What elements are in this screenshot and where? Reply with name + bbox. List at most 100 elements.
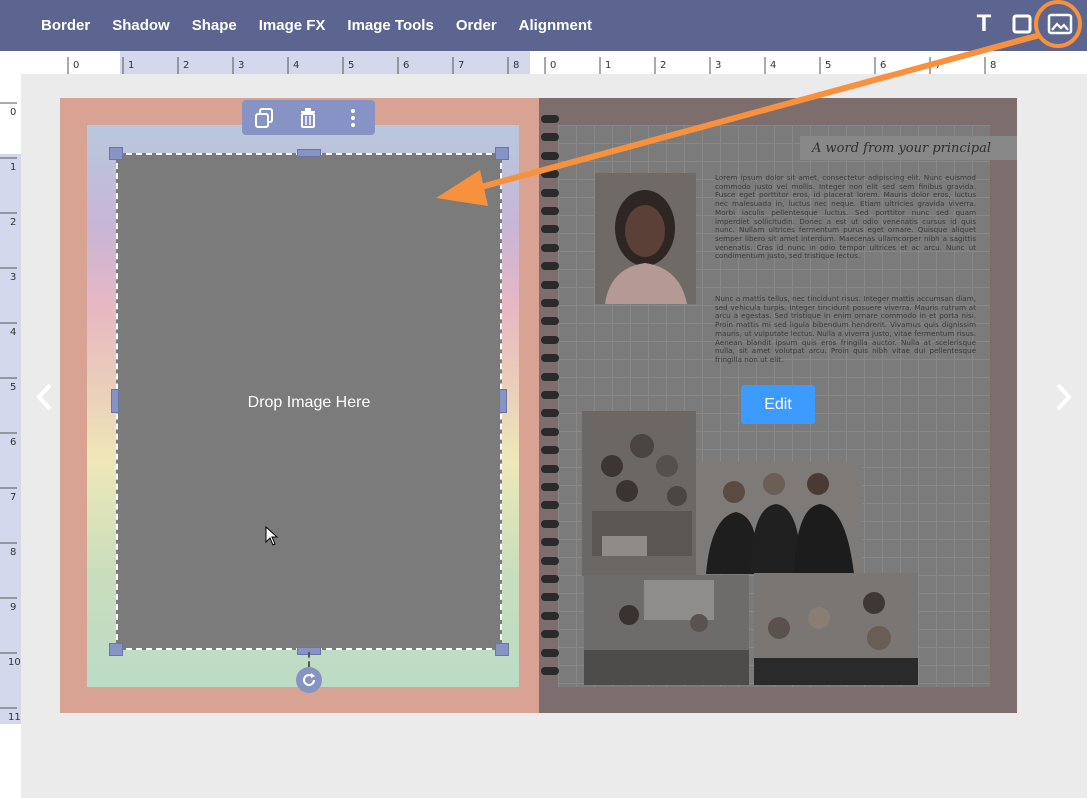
menu-order[interactable]: Order [456,17,497,34]
resize-handle-top-right[interactable] [495,147,509,160]
spiral-coil [541,372,559,381]
top-toolbar: Border Shadow Shape Image FX Image Tools… [0,0,1087,51]
ruler-label: 5 [348,60,355,71]
object-toolbar [242,100,375,135]
trash-icon[interactable] [294,104,322,132]
ruler-label: 6 [10,437,17,448]
resize-handle-top-left[interactable] [109,147,123,160]
spiral-coil [541,667,559,675]
spiral-coil [541,299,559,307]
principal-letter-paragraph-1[interactable]: Lorem ipsum dolor sit amet, consectetur … [715,173,976,261]
ruler-label: 3 [10,272,17,283]
group-photo-classroom[interactable] [582,411,696,576]
rotate-connector [308,652,310,667]
more-vert-icon[interactable] [339,104,367,132]
spiral-coil [541,188,559,197]
spiral-coil [541,611,559,620]
text-tool-icon[interactable]: T [970,10,998,38]
spiral-coil [541,501,559,510]
principal-photo[interactable] [595,173,696,304]
group-photo-students[interactable] [754,573,918,685]
menu-shadow[interactable]: Shadow [112,17,170,34]
spiral-coil [541,262,559,271]
drop-image-label: Drop Image Here [247,394,371,411]
menu-border[interactable]: Border [41,17,90,34]
ruler-label: 6 [880,60,887,71]
ruler-label: 6 [403,60,410,71]
ruler-label: 11 [8,712,21,723]
vertical-ruler: 0 1 2 3 4 5 6 7 8 9 10 11 [0,74,22,798]
menu-image-tools[interactable]: Image Tools [347,17,433,34]
spiral-coil [541,225,559,234]
spiral-coil [541,115,559,123]
spiral-coil [541,280,559,289]
image-tool-highlight [1034,0,1082,48]
spiral-coil [541,538,559,547]
spiral-coil [541,170,559,179]
spiral-coil [541,151,559,160]
spiral-coil [541,427,559,436]
ruler-label: 0 [550,60,557,71]
spiral-coil [541,133,559,142]
spiral-coil [541,391,559,399]
spiral-coil [541,648,559,657]
ruler-label: 2 [183,60,190,71]
prev-page-arrow[interactable] [30,380,60,414]
principal-letter-paragraph-2[interactable]: Nunc a mattis tellus, nec tincidunt risu… [715,294,976,365]
ruler-label: 0 [73,60,80,71]
ruler-label: 2 [10,217,17,228]
ruler-label: 1 [128,60,135,71]
spiral-binding [541,115,561,685]
ruler-label: 4 [770,60,777,71]
principal-banner[interactable]: A word from your principal [800,136,1017,160]
shape-box-icon[interactable] [1008,10,1036,38]
ruler-label: 2 [660,60,667,71]
ruler-label: 8 [10,547,17,558]
ruler-label: 8 [990,60,997,71]
ruler-ticks [67,57,986,74]
spiral-coil [541,556,559,565]
edit-button[interactable]: Edit [741,385,815,424]
resize-handle-left[interactable] [111,389,119,413]
spiral-coil [541,446,559,455]
menu-shape[interactable]: Shape [192,17,237,34]
spiral-coil [541,593,559,602]
spiral-coil [541,575,559,583]
resize-handle-bottom-right[interactable] [495,643,509,656]
ruler-label: 3 [715,60,722,71]
spiral-coil [541,519,559,528]
menu-image-fx[interactable]: Image FX [259,17,326,34]
next-page-arrow[interactable] [1048,380,1078,414]
spiral-coil [541,243,559,252]
group-photo-staff[interactable] [696,462,862,574]
ruler-label: 3 [238,60,245,71]
mouse-cursor-icon [265,525,279,551]
ruler-label: 0 [10,107,17,118]
duplicate-icon[interactable] [250,104,278,132]
horizontal-ruler: 0 1 2 3 4 5 6 7 8 0 1 2 3 4 5 6 7 8 [0,51,1087,75]
ruler-label: 8 [513,60,520,71]
toolbar-menu: Border Shadow Shape Image FX Image Tools… [30,0,603,51]
ruler-label: 1 [10,162,17,173]
ruler-label: 1 [605,60,612,71]
ruler-label: 10 [8,657,21,668]
resize-handle-top[interactable] [297,149,321,157]
ruler-label: 4 [10,327,17,338]
ruler-label: 4 [293,60,300,71]
spiral-coil [541,630,559,639]
spiral-coil [541,354,559,363]
resize-handle-bottom-left[interactable] [109,643,123,656]
spiral-coil [541,335,559,344]
spiral-coil [541,317,559,326]
menu-alignment[interactable]: Alignment [519,17,592,34]
spiral-coil [541,409,559,418]
ruler-label: 9 [10,602,17,613]
group-photo-library[interactable] [584,575,749,685]
spiral-coil [541,207,559,215]
resize-handle-right[interactable] [499,389,507,413]
spiral-coil [541,464,559,473]
ruler-label: 7 [935,60,942,71]
ruler-ticks [0,102,17,709]
rotate-icon[interactable] [296,667,322,693]
ruler-label: 5 [10,382,17,393]
